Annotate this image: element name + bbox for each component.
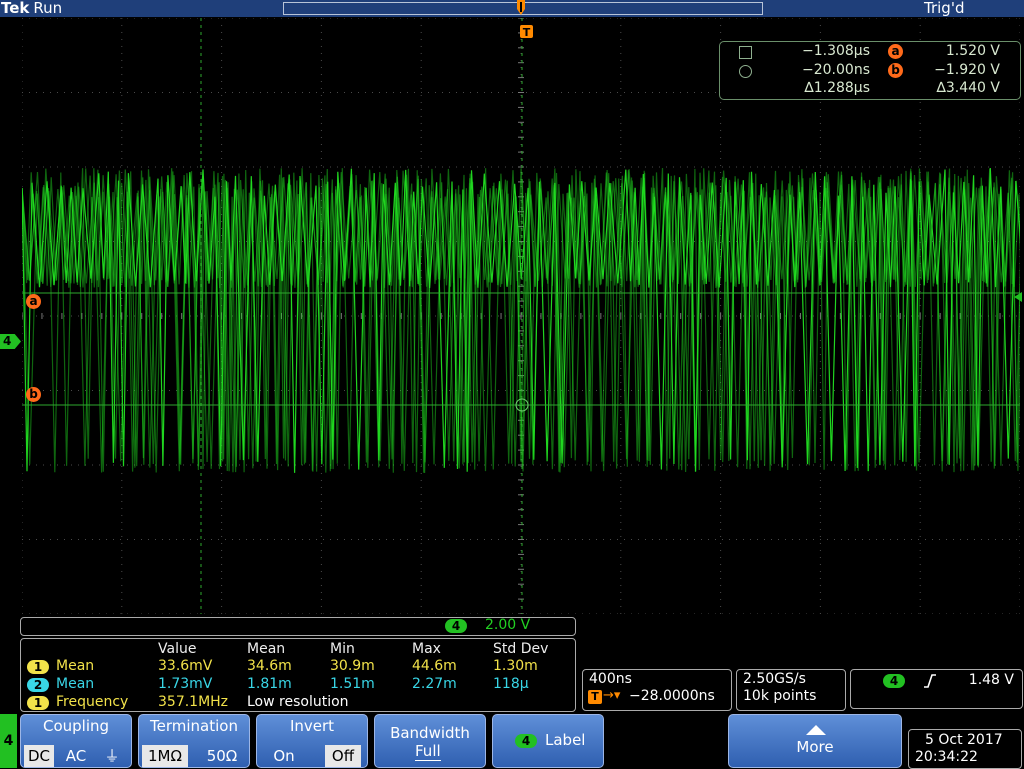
channel-2-chip: 2 <box>27 678 49 692</box>
measurement-value: 33.6mV <box>158 658 213 674</box>
termination-1mohm-option[interactable]: 1MΩ <box>142 745 188 767</box>
cursor-time2-value: −20.00ns <box>802 62 870 78</box>
coupling-label: Coupling <box>42 717 110 735</box>
coupling-button[interactable]: Coupling DC AC ⏚ <box>20 714 132 768</box>
bandwidth-button[interactable]: Bandwidth Full <box>374 714 486 768</box>
trigger-marker-label: T <box>523 26 531 39</box>
right-edge-arrow-icon <box>1014 292 1022 302</box>
measurement-value: 357.1MHz <box>158 694 229 710</box>
brand-run-label: Tek Run <box>1 0 62 17</box>
cursor-b-badge: b <box>888 63 903 78</box>
label-button-text: Label <box>545 731 586 749</box>
trigger-marker-icon: T <box>588 690 602 704</box>
measurement-name: Mean <box>56 658 95 674</box>
date: 5 Oct 2017 <box>925 732 1003 748</box>
measurement-name: Frequency <box>56 694 129 710</box>
measurement-max: 44.6m <box>412 658 457 674</box>
trigger-source-chip: 4 <box>883 674 905 688</box>
table-row: 1 Frequency 357.1MHz Low resolution <box>21 694 575 711</box>
col-header-min: Min <box>330 641 355 657</box>
rising-edge-icon <box>924 674 936 688</box>
date-time-display: 5 Oct 2017 20:34:22 <box>908 729 1022 769</box>
more-button[interactable]: More <box>728 714 902 768</box>
channel-4-chip: 4 <box>445 619 467 633</box>
cursor-time1-value: −1.308µs <box>801 43 870 59</box>
coupling-dc-option[interactable]: DC <box>24 745 54 767</box>
graticule-grid <box>22 18 1020 614</box>
acquisition-state: Run <box>33 0 63 17</box>
termination-50ohm-option[interactable]: 50Ω <box>199 745 245 767</box>
measurement-std-dev: 118µ <box>493 676 529 692</box>
square-icon <box>739 46 752 59</box>
trigger-readout[interactable]: 4 1.48 V <box>850 669 1023 709</box>
table-row: 1 Mean 33.6mV 34.6m 30.9m 44.6m 1.30m <box>21 658 575 675</box>
sample-rate-readout[interactable]: 2.50GS/s 10k points <box>736 669 846 711</box>
invert-button[interactable]: Invert On Off <box>256 714 368 768</box>
col-header-std-dev: Std Dev <box>493 641 549 657</box>
invert-on-option[interactable]: On <box>261 745 307 767</box>
invert-label: Invert <box>289 717 335 735</box>
cursor-b-marker[interactable]: b <box>26 387 41 402</box>
cursor-a-badge: a <box>888 44 903 59</box>
channel-scale-bar: 4 2.00 V <box>20 617 576 636</box>
measurement-std-dev: 1.30m <box>493 658 538 674</box>
circle-icon <box>739 65 752 78</box>
brand-logo: Tek <box>1 0 30 17</box>
cursor-a-marker[interactable]: a <box>26 294 41 309</box>
measurement-table: Value Mean Min Max Std Dev 1 Mean 33.6mV… <box>20 638 576 712</box>
bandwidth-value: Full <box>415 742 441 761</box>
cursor-delta-value: ∆3.440 V <box>936 80 1000 96</box>
menu-channel-indicator: 4 <box>0 714 17 768</box>
col-header-mean: Mean <box>247 641 286 657</box>
time: 20:34:22 <box>915 749 978 765</box>
cursor-a-value: 1.520 V <box>945 43 1000 59</box>
sample-rate: 2.50GS/s <box>743 671 806 687</box>
cursor-b-value: −1.920 V <box>934 62 1000 78</box>
waveform-display[interactable]: T <box>22 18 1020 614</box>
arrow-right-down-icon: →▾ <box>603 688 621 703</box>
trigger-level: 1.48 V <box>968 672 1014 688</box>
cursor-delta-time: ∆1.288µs <box>804 80 870 96</box>
horizontal-position: −28.0000ns <box>629 688 715 704</box>
trigger-position-icon[interactable] <box>515 0 527 16</box>
horizontal-scale: 400ns <box>589 671 632 687</box>
trigger-status: Trig'd <box>924 0 965 17</box>
measurement-mean: 34.6m <box>247 658 292 674</box>
invert-off-option[interactable]: Off <box>325 745 361 767</box>
col-header-max: Max <box>412 641 441 657</box>
measurement-min: 30.9m <box>330 658 375 674</box>
table-row: 2 Mean 1.73mV 1.81m 1.51m 2.27m 118µ <box>21 676 575 693</box>
bandwidth-label: Bandwidth <box>390 724 470 742</box>
measurement-max: 2.27m <box>412 676 457 692</box>
termination-button[interactable]: Termination 1MΩ 50Ω <box>138 714 250 768</box>
channel-4-scale: 2.00 V <box>485 617 531 633</box>
label-channel-chip: 4 <box>515 734 537 748</box>
termination-label: Termination <box>150 717 238 735</box>
more-label: More <box>796 738 834 756</box>
record-length: 10k points <box>743 688 817 704</box>
channel-1-chip: 1 <box>27 660 49 674</box>
chevron-up-icon <box>806 725 826 735</box>
timebase-readout[interactable]: 400ns T →▾ −28.0000ns <box>582 669 732 711</box>
channel-1-chip: 1 <box>27 696 49 710</box>
waveform-trace <box>22 167 1020 474</box>
measurement-value: 1.73mV <box>158 676 213 692</box>
channel-4-ground-marker[interactable]: 4 <box>0 334 21 349</box>
trigger-marker-top: T <box>520 25 533 39</box>
label-button[interactable]: 4 Label <box>492 714 604 768</box>
measurement-note: Low resolution <box>247 694 349 710</box>
measurement-min: 1.51m <box>330 676 375 692</box>
col-header-value: Value <box>158 641 197 657</box>
measurement-mean: 1.81m <box>247 676 292 692</box>
measurement-name: Mean <box>56 676 95 692</box>
coupling-ac-option[interactable]: AC <box>61 745 91 767</box>
coupling-ground-option[interactable]: ⏚ <box>97 745 127 767</box>
cursor-readout-panel: −1.308µs a 1.520 V −20.00ns b −1.920 V ∆… <box>719 41 1021 100</box>
